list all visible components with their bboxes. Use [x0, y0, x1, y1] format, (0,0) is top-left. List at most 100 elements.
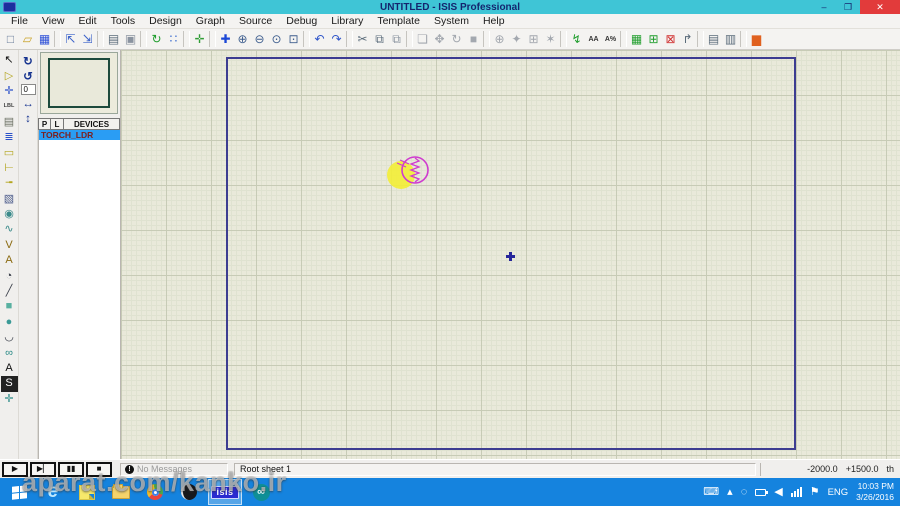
- pan-button[interactable]: ✚: [217, 31, 234, 48]
- touch-keyboard-icon[interactable]: ⌨: [703, 486, 719, 498]
- device-pins-mode-tool[interactable]: ╼: [1, 176, 18, 191]
- pause-button[interactable]: ▮▮: [58, 461, 84, 477]
- save-file-button[interactable]: ▦: [36, 31, 53, 48]
- paste-button[interactable]: ⧉: [388, 31, 405, 48]
- 2d-line-tool[interactable]: ╱: [1, 284, 18, 299]
- property-assignment-button[interactable]: A%: [602, 31, 619, 48]
- taskbar-chrome[interactable]: [140, 479, 170, 505]
- speaker-icon[interactable]: ◀: [774, 486, 782, 498]
- bill-of-materials-button[interactable]: ▤: [705, 31, 722, 48]
- export-section-button[interactable]: ⇲: [79, 31, 96, 48]
- graph-mode-tool[interactable]: ▧: [1, 192, 18, 207]
- wire-label-mode-tool[interactable]: LBL: [1, 99, 18, 114]
- undo-button[interactable]: ↶: [311, 31, 328, 48]
- mark-output-area-button[interactable]: ▣: [122, 31, 139, 48]
- buses-mode-tool[interactable]: ≣: [1, 130, 18, 145]
- current-probe-mode-tool[interactable]: A: [1, 253, 18, 268]
- new-file-button[interactable]: □: [2, 31, 19, 48]
- packaging-tool-button[interactable]: ⊞: [525, 31, 542, 48]
- rotate-clockwise-icon[interactable]: ↻: [20, 53, 37, 68]
- design-explorer-button[interactable]: ▦: [628, 31, 645, 48]
- generator-mode-tool[interactable]: ∿: [1, 222, 18, 237]
- goto-sheet-button[interactable]: ↱: [679, 31, 696, 48]
- menu-item[interactable]: Graph: [189, 15, 232, 27]
- mirror-vertical-icon[interactable]: ↕: [20, 111, 37, 126]
- copy-button[interactable]: ⧉: [371, 31, 388, 48]
- import-section-button[interactable]: ⇱: [62, 31, 79, 48]
- new-sheet-button[interactable]: ⊞: [645, 31, 662, 48]
- 2d-arc-tool[interactable]: ◡: [1, 330, 18, 345]
- show-hidden-icons-chevron[interactable]: ▴: [727, 486, 733, 498]
- subcircuit-mode-tool[interactable]: ▭: [1, 145, 18, 160]
- menu-item[interactable]: Design: [142, 15, 189, 27]
- selection-mode-tool[interactable]: ↖: [1, 53, 18, 68]
- taskbar-clock[interactable]: 10:03 PM 3/26/2016: [856, 481, 894, 502]
- rotate-anticlockwise-icon[interactable]: ↺: [20, 68, 37, 83]
- library-manager-button[interactable]: L: [51, 118, 64, 130]
- print-button[interactable]: ▤: [105, 31, 122, 48]
- remove-sheet-button[interactable]: ⊠: [662, 31, 679, 48]
- menu-item[interactable]: Help: [476, 15, 512, 27]
- 2d-box-tool[interactable]: ■: [1, 299, 18, 314]
- restore-button[interactable]: ❐: [836, 0, 860, 14]
- close-button[interactable]: ✕: [860, 0, 900, 14]
- torch-ldr-component[interactable]: [385, 150, 441, 196]
- 2d-marker-tool[interactable]: ✛: [1, 392, 18, 407]
- zoom-area-button[interactable]: ⊡: [285, 31, 302, 48]
- menu-item[interactable]: Source: [232, 15, 279, 27]
- tape-recorder-mode-tool[interactable]: ◉: [1, 207, 18, 222]
- battery-icon[interactable]: [755, 488, 769, 496]
- block-rotate-button[interactable]: ↻: [448, 31, 465, 48]
- wire-autorouter-button[interactable]: ↯: [568, 31, 585, 48]
- text-script-mode-tool[interactable]: ▤: [1, 115, 18, 130]
- cut-button[interactable]: ✂: [354, 31, 371, 48]
- network-signal-icon[interactable]: [790, 487, 802, 497]
- menu-item[interactable]: View: [35, 15, 72, 27]
- search-tag-button[interactable]: AA: [585, 31, 602, 48]
- block-copy-button[interactable]: ❏: [414, 31, 431, 48]
- pick-parts-button[interactable]: ⊕: [491, 31, 508, 48]
- step-button[interactable]: ▶▏: [30, 461, 56, 477]
- taskbar-sticky-notes[interactable]: [72, 479, 102, 505]
- zoom-out-button[interactable]: ⊖: [251, 31, 268, 48]
- 2d-circle-tool[interactable]: ●: [1, 315, 18, 330]
- menu-item[interactable]: Template: [370, 15, 427, 27]
- 2d-text-tool[interactable]: A: [1, 361, 18, 376]
- taskbar-isis-active[interactable]: isis: [208, 479, 242, 505]
- menu-item[interactable]: System: [427, 15, 476, 27]
- device-list-item[interactable]: TORCH_LDR: [39, 130, 120, 140]
- pick-devices-button[interactable]: P: [38, 118, 51, 130]
- taskbar-internet-explorer[interactable]: e: [38, 479, 68, 505]
- overview-window[interactable]: [40, 52, 118, 114]
- make-device-button[interactable]: ✦: [508, 31, 525, 48]
- zoom-all-button[interactable]: ⊙: [268, 31, 285, 48]
- block-delete-button[interactable]: ■: [465, 31, 482, 48]
- voltage-probe-mode-tool[interactable]: V: [1, 238, 18, 253]
- rotation-angle-field[interactable]: 0: [20, 84, 36, 95]
- tray-circle-icon[interactable]: ◌: [741, 486, 748, 498]
- virtual-instruments-mode-tool[interactable]: ◔: [1, 268, 18, 283]
- electrical-rule-check-button[interactable]: ▥: [722, 31, 739, 48]
- redraw-button[interactable]: ↻: [148, 31, 165, 48]
- menu-item[interactable]: Edit: [72, 15, 104, 27]
- action-center-flag-icon[interactable]: ⚑: [810, 486, 820, 498]
- start-button[interactable]: [4, 479, 34, 505]
- open-file-button[interactable]: ▱: [19, 31, 36, 48]
- toggle-grid-button[interactable]: ∷: [165, 31, 182, 48]
- taskbar-file-explorer[interactable]: [106, 479, 136, 505]
- minimize-button[interactable]: –: [812, 0, 836, 14]
- taskbar-arduino[interactable]: ∞: [246, 479, 276, 505]
- redo-button[interactable]: ↷: [328, 31, 345, 48]
- mirror-horizontal-icon[interactable]: ↔: [20, 96, 37, 111]
- menu-item[interactable]: Debug: [279, 15, 324, 27]
- junction-dot-mode-tool[interactable]: ✛: [1, 84, 18, 99]
- zoom-in-button[interactable]: ⊕: [234, 31, 251, 48]
- component-mode-tool[interactable]: ▷: [1, 68, 18, 83]
- stop-button[interactable]: ■: [86, 461, 112, 477]
- 2d-path-tool[interactable]: ∞: [1, 345, 18, 360]
- menu-item[interactable]: Library: [324, 15, 370, 27]
- decompose-button[interactable]: ✶: [542, 31, 559, 48]
- language-indicator[interactable]: ENG: [828, 487, 849, 498]
- taskbar-dark-app[interactable]: [174, 479, 204, 505]
- false-origin-button[interactable]: ✛: [191, 31, 208, 48]
